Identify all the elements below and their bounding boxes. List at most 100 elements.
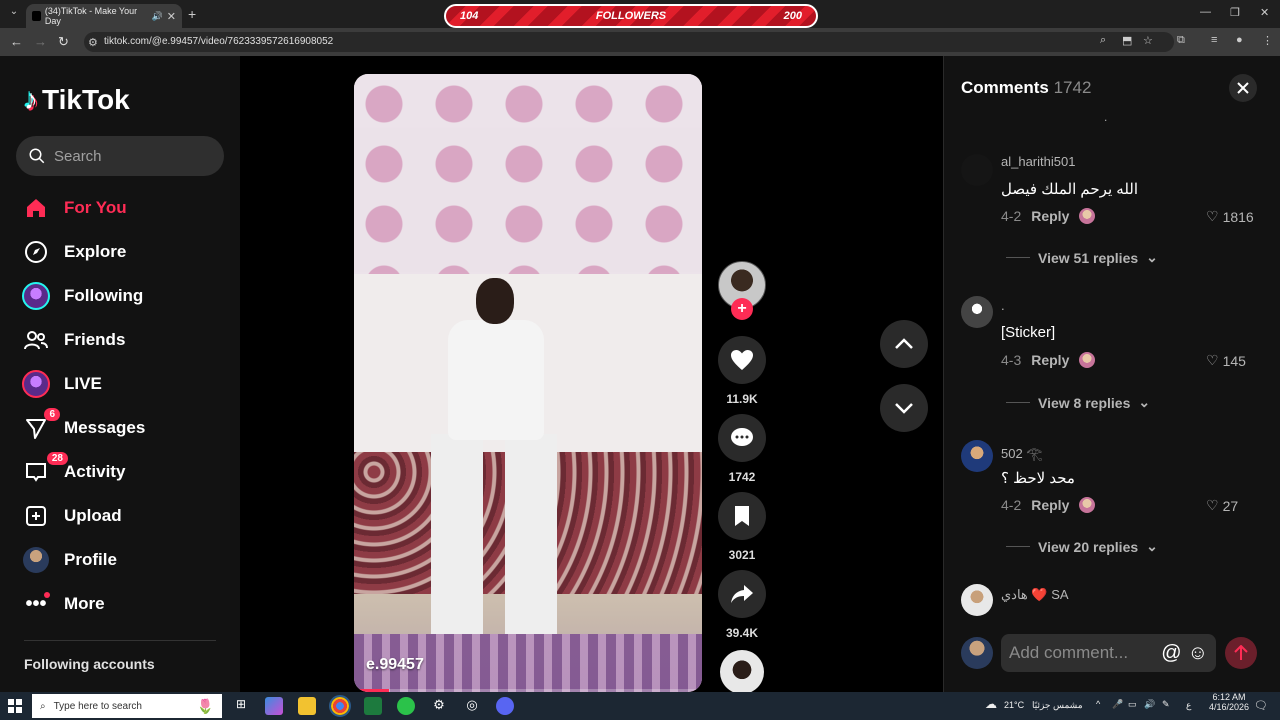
followers-label: FOLLOWERS [595,10,667,22]
comment-meta: 4-2 Reply [1001,497,1096,513]
tray-chevron-icon[interactable]: ^ [1096,699,1100,709]
heart-outline-icon: ♡ [1206,497,1219,513]
comment-date: 4-3 [1001,352,1022,368]
view-replies-button[interactable]: View 8 replies ⌄ [1006,394,1150,411]
tiktok-note-icon: ♪ [24,84,38,115]
green-app-icon[interactable] [397,697,415,715]
view-replies-button[interactable]: View 20 replies ⌄ [1006,538,1158,555]
comment-like-button[interactable]: ♡ 1816 [1206,208,1276,225]
pen-icon[interactable]: ✎ [1162,699,1170,710]
obs-icon[interactable]: ◎ [463,697,481,715]
sidebar-item-label: More [64,594,105,613]
music-avatar[interactable] [720,650,764,694]
video-username[interactable]: e.99457 [366,656,424,674]
sidebar-item-friends[interactable]: Friends [22,324,125,356]
close-comments-button[interactable] [1229,74,1257,102]
view-replies-button[interactable]: View 51 replies ⌄ [1006,249,1158,266]
sidebar-item-messages[interactable]: 6 Messages [22,408,145,444]
comment-avatar[interactable] [961,440,993,472]
sidebar-item-for-you[interactable]: For You [22,192,127,224]
like-button[interactable] [718,336,766,384]
comment-like-button[interactable]: ♡ 145 [1206,352,1276,369]
reply-button[interactable]: Reply [1031,208,1069,224]
site-info-icon[interactable]: ⚙ [88,36,98,49]
following-accounts-heading: Following accounts [24,656,155,672]
notifications-icon[interactable]: 🗨 [1254,699,1268,712]
mic-icon[interactable]: 🎤 [1112,699,1123,710]
zoom-icon[interactable]: ⌕ [1100,34,1106,47]
comment-like-button[interactable]: ♡ 27 [1206,497,1276,514]
next-video-button[interactable] [880,384,928,432]
settings-gear-icon[interactable]: ⚙ [430,697,448,715]
sidebar-item-following[interactable]: Following [22,280,143,312]
volume-icon[interactable]: 🔊 [1144,699,1155,710]
video-player[interactable]: e.99457 [354,74,702,692]
view-replies-label: View 51 replies [1038,249,1139,266]
bookmark-star-icon[interactable]: ☆ [1143,34,1153,47]
comment-username[interactable]: al_harithi501 [1001,154,1075,169]
sidebar-item-activity[interactable]: 28 Activity [22,452,126,488]
window-close-icon[interactable]: ✕ [1260,6,1269,19]
sidebar-item-more[interactable]: ••• More [22,588,105,620]
comment-username[interactable]: 502 𓂀 [1001,442,1043,463]
browser-tab[interactable]: (34)TikTok - Make Your Day 🔊 ✕ [26,4,182,28]
emoji-icon[interactable]: ☺ [1188,642,1208,665]
minimize-icon[interactable]: — [1200,6,1211,18]
sidebar-item-label: Friends [64,330,126,349]
comment-username[interactable]: هادي ❤️ SA [1001,587,1069,603]
sidebar-item-live[interactable]: LIVE [22,368,102,400]
reply-button[interactable]: Reply [1031,497,1069,513]
menu-icon[interactable]: ⋮ [1262,34,1273,47]
extensions-icon[interactable]: ⧉ [1177,34,1185,47]
clock-date: 4/16/2026 [1208,702,1250,712]
comment-avatar[interactable] [961,296,993,328]
reload-icon[interactable]: ↻ [58,34,69,50]
comment-count: 1742 [728,470,756,484]
task-view-icon[interactable]: ⊞ [232,697,250,715]
taskbar-search-input[interactable]: ⌕ Type here to search 🌷 [32,694,222,718]
tab-audio-icon[interactable]: 🔊 [152,11,163,22]
follow-plus-button[interactable]: + [731,298,753,320]
profile-icon[interactable]: ● [1236,34,1243,46]
comment-like-count: 1816 [1222,208,1254,225]
save-button[interactable] [718,492,766,540]
install-icon[interactable]: ⬒ [1122,34,1132,47]
weather-temp[interactable]: 21°C [1004,700,1024,710]
restore-icon[interactable]: ❐ [1230,6,1240,19]
comment-avatar[interactable] [961,154,993,186]
comment-button[interactable] [718,414,766,462]
share-count: 39.4K [725,626,759,640]
comment-like-count: 27 [1222,497,1239,514]
chrome-icon[interactable] [329,695,351,717]
windows-start-icon[interactable] [8,699,22,713]
mention-icon[interactable]: @ [1161,642,1181,665]
sidebar-item-explore[interactable]: Explore [22,236,126,268]
file-explorer-icon[interactable] [298,697,316,715]
url-field[interactable]: tiktok.com/@e.99457/video/76233395726169… [84,32,1174,52]
tiktok-logo[interactable]: ♪ TikTok [24,84,130,116]
comment-avatar[interactable] [961,584,993,616]
network-icon[interactable]: ▭ [1128,699,1137,710]
sidebar-item-upload[interactable]: Upload [22,500,122,532]
comment-username[interactable]: . [1001,298,1005,313]
back-icon[interactable]: ← [10,34,23,49]
previous-video-button[interactable] [880,320,928,368]
post-comment-button[interactable] [1225,637,1257,669]
chevron-down-icon: ⌄ [1146,538,1158,554]
excel-icon[interactable] [364,697,382,715]
media-icon[interactable]: ≡ [1211,34,1217,46]
tab-close-icon[interactable]: ✕ [167,10,176,23]
reply-button[interactable]: Reply [1031,352,1069,368]
language-indicator[interactable]: ع [1186,700,1191,711]
new-tab-icon[interactable]: + [188,6,196,22]
sidebar-item-label: Activity [64,462,126,481]
search-input[interactable]: Search [16,136,224,176]
clock[interactable]: 6:12 AM 4/16/2026 [1206,692,1252,712]
discord-icon[interactable] [496,697,514,715]
sidebar-item-profile[interactable]: Profile [22,544,117,576]
forward-icon[interactable]: → [34,34,47,49]
copilot-icon[interactable] [265,697,283,715]
tab-list-icon[interactable]: ⌄ [6,6,22,22]
share-button[interactable] [718,570,766,618]
add-comment-input[interactable]: Add comment... @ ☺ [1001,634,1216,672]
